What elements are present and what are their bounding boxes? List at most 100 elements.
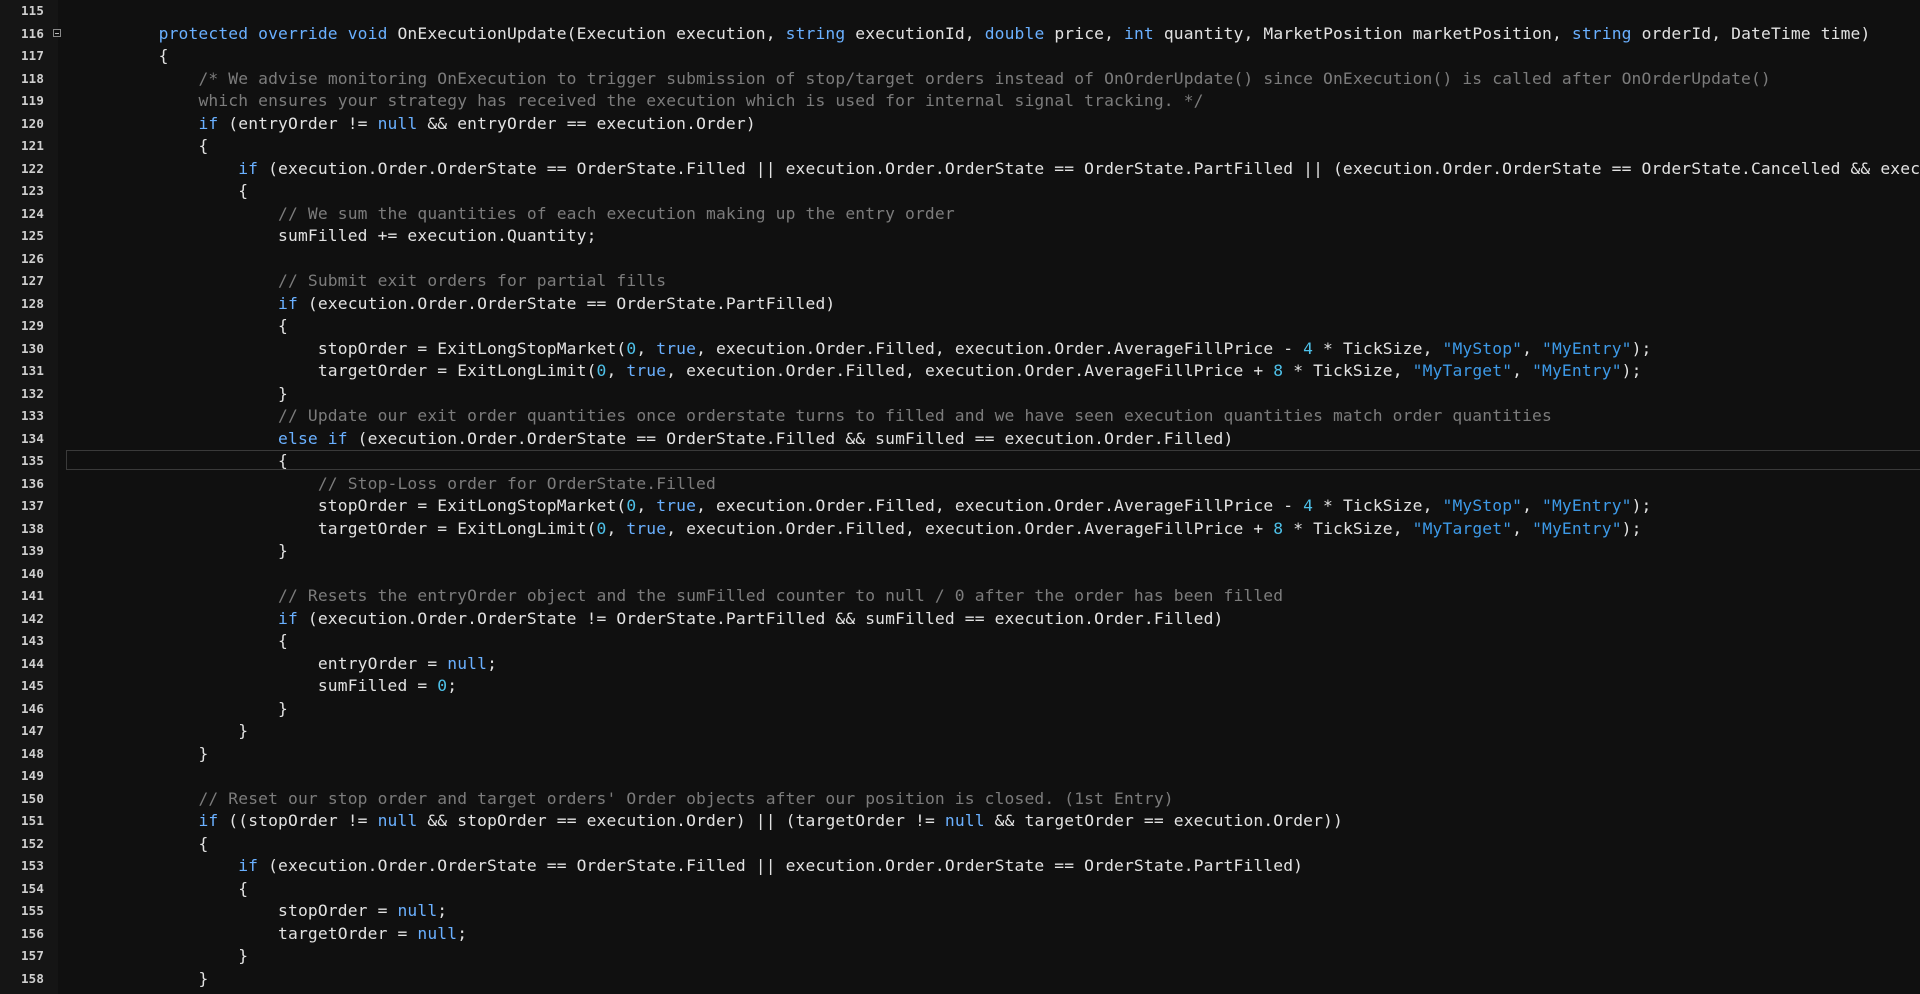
line-number: 118 (20, 70, 44, 86)
fold-toggle-icon[interactable] (53, 28, 61, 37)
line-number: 137 (20, 498, 44, 513)
code-line[interactable]: 144 entryOrder = null; (0, 653, 1920, 676)
line-number: 154 (20, 880, 44, 896)
code-line[interactable]: 128 if (execution.Order.OrderState == Or… (0, 293, 1920, 316)
code-line[interactable]: 125 sumFilled += execution.Quantity; (0, 225, 1920, 248)
code-line[interactable]: 149 (0, 765, 1920, 788)
code-text: if (execution.Order.OrderState == OrderS… (79, 855, 1303, 878)
code-line[interactable]: 158 } (0, 968, 1920, 991)
code-line[interactable]: 134 else if (execution.Order.OrderState … (0, 428, 1920, 451)
code-line[interactable]: 121 { (0, 135, 1920, 158)
code-token: ; (457, 923, 468, 943)
code-line[interactable]: 136 // Stop-Loss order for OrderState.Fi… (0, 473, 1920, 496)
code-text: // Resets the entryOrder object and the … (79, 585, 1283, 608)
code-token: null (377, 811, 428, 830)
code-text: targetOrder = ExitLongLimit(0, true, exe… (79, 360, 1642, 383)
code-line[interactable]: 137 stopOrder = ExitLongStopMarket(0, tr… (0, 495, 1920, 518)
code-token: , execution.Order.Filled, execution.Orde… (696, 338, 1304, 358)
code-token: { (238, 181, 249, 200)
code-line[interactable]: 145 sumFilled = 0; (0, 675, 1920, 698)
code-line[interactable]: 148 } (0, 743, 1920, 766)
code-line[interactable]: 124 // We sum the quantities of each exe… (0, 203, 1920, 226)
code-token: else if (278, 428, 358, 448)
code-text: { (79, 833, 208, 856)
code-editor[interactable]: 115 116 protected override void OnExecuti… (0, 0, 1920, 994)
code-token: ; (437, 901, 448, 920)
code-token: protected override void (158, 23, 398, 43)
code-line[interactable]: 141 // Resets the entryOrder object and … (0, 585, 1920, 608)
code-line[interactable]: 123 { (0, 180, 1920, 203)
code-token: "MyTarget" (1412, 361, 1513, 380)
code-line[interactable]: 150 // Reset our stop order and target o… (0, 788, 1920, 811)
code-token: * TickSize, (1283, 518, 1413, 538)
code-line[interactable]: 151 if ((stopOrder != null && stopOrder … (0, 810, 1920, 833)
code-line[interactable]: 126 (0, 248, 1920, 271)
code-token: sumFilled = (317, 676, 438, 695)
code-token: price, (1054, 23, 1125, 43)
code-line[interactable]: 133 // Update our exit order quantities … (0, 405, 1920, 428)
code-text: sumFilled += execution.Quantity; (79, 225, 597, 248)
code-token: if (278, 608, 308, 628)
code-token: // Resets the entryOrder object and the … (278, 586, 1284, 605)
code-token: , (1512, 361, 1533, 380)
code-line[interactable]: 139 } (0, 540, 1920, 563)
line-number: 146 (20, 700, 44, 716)
code-line[interactable]: 154 { (0, 878, 1920, 901)
code-line[interactable]: 129 { (0, 315, 1920, 338)
line-number: 121 (20, 138, 44, 153)
code-text: if (execution.Order.OrderState == OrderS… (79, 158, 1920, 181)
code-token: "MyStop" (1442, 338, 1523, 358)
code-token: { (278, 451, 288, 470)
code-token: if (198, 113, 229, 133)
code-line[interactable]: 138 targetOrder = ExitLongLimit(0, true,… (0, 518, 1920, 541)
code-line[interactable]: 118 /* We advise monitoring OnExecution … (0, 68, 1920, 91)
code-token: { (278, 316, 288, 335)
code-line[interactable]: 119 which ensures your strategy has rece… (0, 90, 1920, 113)
code-line[interactable]: 122 if (execution.Order.OrderState == Or… (0, 158, 1920, 181)
code-line[interactable]: 115 (0, 0, 1920, 23)
code-token: ); (1631, 496, 1652, 515)
code-line[interactable]: 142 if (execution.Order.OrderState != Or… (0, 608, 1920, 631)
code-lines[interactable]: 115 116 protected override void OnExecuti… (0, 0, 1920, 990)
code-line[interactable]: 116 protected override void OnExecutionU… (0, 23, 1920, 46)
code-line[interactable]: 147 } (0, 720, 1920, 743)
code-line[interactable]: 131 targetOrder = ExitLongLimit(0, true,… (0, 360, 1920, 383)
code-token: , execution.Order.Filled, execution.Orde… (696, 496, 1304, 515)
code-line[interactable]: 140 (0, 563, 1920, 586)
code-token: && stopOrder == execution.Order) || (tar… (427, 811, 945, 830)
code-token: } (198, 968, 209, 988)
line-number: 125 (20, 228, 44, 243)
code-line[interactable]: 117 { (0, 45, 1920, 68)
code-token: executionId, (855, 23, 985, 43)
line-number: 145 (20, 678, 44, 693)
code-line[interactable]: 153 if (execution.Order.OrderState == Or… (0, 855, 1920, 878)
code-token: "MyEntry" (1532, 361, 1622, 380)
code-line[interactable]: 155 stopOrder = null; (0, 900, 1920, 923)
code-line[interactable]: 132 } (0, 383, 1920, 406)
line-number: 122 (20, 160, 44, 176)
code-token: (entryOrder != (228, 113, 378, 133)
code-text: { (79, 135, 208, 158)
line-number: 130 (20, 340, 44, 356)
code-token: } (238, 946, 249, 965)
line-number: 158 (20, 970, 44, 986)
line-number: 152 (20, 835, 44, 851)
line-number: 139 (20, 543, 44, 558)
code-token: , (1522, 496, 1543, 515)
line-number: 141 (20, 588, 44, 603)
code-text: if (entryOrder != null && entryOrder == … (79, 113, 756, 136)
code-line[interactable]: 130 stopOrder = ExitLongStopMarket(0, tr… (0, 338, 1920, 361)
code-line[interactable]: 152 { (0, 833, 1920, 856)
line-number: 144 (20, 655, 44, 671)
code-line[interactable]: 157 } (0, 945, 1920, 968)
code-line[interactable]: 143 { (0, 630, 1920, 653)
code-line[interactable]: 156 targetOrder = null; (0, 923, 1920, 946)
code-token: null (417, 923, 458, 943)
code-line[interactable]: 127 // Submit exit orders for partial fi… (0, 270, 1920, 293)
code-line[interactable]: 135 { (0, 450, 1920, 473)
code-line[interactable]: 120 if (entryOrder != null && entryOrder… (0, 113, 1920, 136)
code-line[interactable]: 146 } (0, 698, 1920, 721)
code-text: { (79, 45, 169, 68)
line-number: 132 (20, 385, 44, 401)
code-token: { (158, 46, 169, 65)
